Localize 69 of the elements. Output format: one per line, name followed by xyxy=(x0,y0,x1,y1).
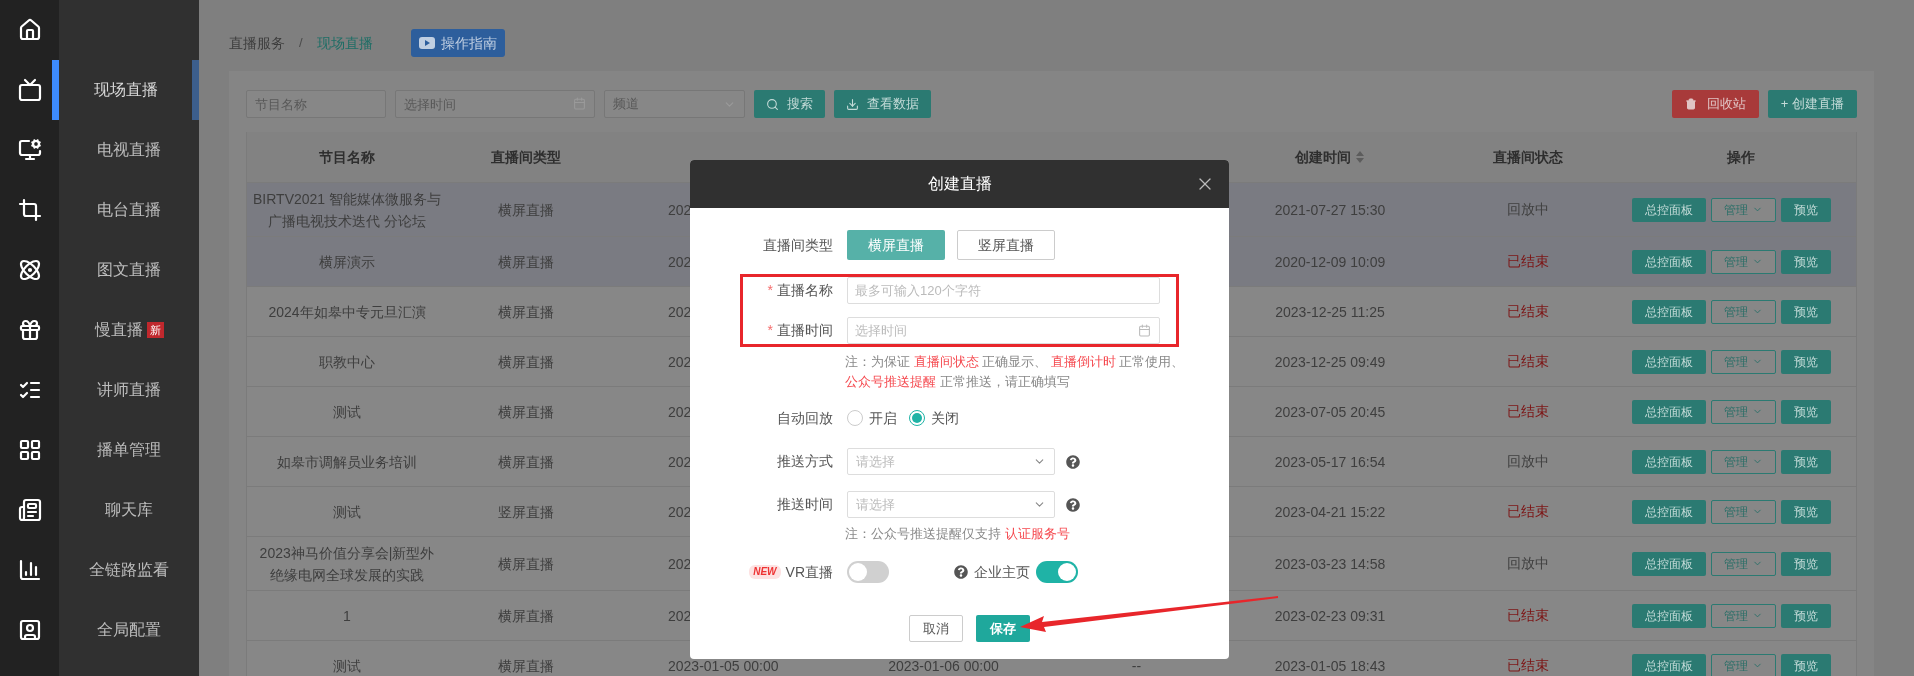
table-cell-text: 202 xyxy=(668,352,692,372)
table-cell-text: 2023-12-25 09:49 xyxy=(1274,352,1386,372)
table-cell-text: 测试 xyxy=(333,502,361,522)
form-label: * 直播时间 xyxy=(767,321,833,340)
status-text: 已结束 xyxy=(1507,402,1549,421)
status-text: 已结束 xyxy=(1507,502,1549,521)
table-cell-text: 2023神马价值分享会|新型外绝缘电网全球发展的实践 xyxy=(258,543,436,585)
table-cell-text: 横屏直播 xyxy=(498,252,554,272)
status-text: 回放中 xyxy=(1507,554,1549,573)
new-badge: 新 xyxy=(146,322,164,338)
column-header: 创建时间 xyxy=(1295,147,1351,167)
table-cell-text: 竖屏直播 xyxy=(498,502,554,522)
form-label: VR直播 xyxy=(785,562,833,582)
table-cell-text: 202 xyxy=(668,502,692,522)
table-cell-text: 2023-07-05 20:45 xyxy=(1274,402,1386,422)
table-cell-text: 横屏演示 xyxy=(319,252,375,272)
table-cell-text: 横屏直播 xyxy=(498,554,554,574)
table-cell-text: 202 xyxy=(668,554,692,574)
form-label: 推送方式 xyxy=(777,452,833,471)
hint-text: 注：为保证 直播间状态 正确显示、 直播倒计时 正常使用、 公众号推送提醒 正常推送，请正确填写 xyxy=(845,353,1186,391)
table-cell-text: 2023-05-17 16:54 xyxy=(1274,452,1386,472)
table-cell-text: 202 xyxy=(668,402,692,422)
status-text: 已结束 xyxy=(1507,606,1549,625)
table-cell-text: 横屏直播 xyxy=(498,302,554,322)
table-cell-text: 2023-02-23 09:31 xyxy=(1274,606,1386,626)
dialog-title: 创建直播 xyxy=(927,174,992,194)
column-header: 直播间类型 xyxy=(491,147,561,167)
status-text: 已结束 xyxy=(1507,302,1549,321)
table-cell-text: 2024年如皋中专元旦汇演 xyxy=(268,302,426,322)
column-header: 直播间状态 xyxy=(1493,147,1563,167)
table-cell-text: 2023-03-23 14:58 xyxy=(1274,554,1386,574)
table-cell-text: 横屏直播 xyxy=(498,656,554,676)
table-cell-text: -- xyxy=(1131,656,1142,676)
table-cell-text: 2023-01-05 00:00 xyxy=(668,656,779,676)
table-cell-text: 2023-04-21 15:22 xyxy=(1274,502,1386,522)
form-label: 自动回放 xyxy=(777,408,833,428)
form-label: 企业主页 xyxy=(974,562,1030,582)
table-cell-text: BIRTV2021 智能媒体微服务与广播电视技术迭代 分论坛 xyxy=(253,189,441,231)
table-cell-text: 2020-12-09 10:09 xyxy=(1274,252,1386,272)
table-cell-text: 2023-01-05 18:43 xyxy=(1274,656,1386,676)
table-cell-text: 2023-12-25 11:25 xyxy=(1275,302,1385,322)
column-header: 操作 xyxy=(1726,147,1755,167)
table-cell-text: 横屏直播 xyxy=(498,452,554,472)
table-cell-text: 测试 xyxy=(333,402,361,422)
table-cell-text: 横屏直播 xyxy=(498,352,554,372)
form-label: * 直播名称 xyxy=(767,281,833,300)
status-text: 已结束 xyxy=(1507,352,1549,371)
table-cell-text: 如皋市调解员业务培训 xyxy=(277,452,417,472)
table-cell-text: 202 xyxy=(668,452,692,472)
table-cell-text: 202 xyxy=(668,606,692,626)
form-label: 直播间类型 xyxy=(763,235,833,255)
table-cell-text: 202 xyxy=(668,200,692,220)
table-cell-text: 202 xyxy=(668,252,692,272)
table-cell-text: 横屏直播 xyxy=(498,606,554,626)
table-cell-text: 202 xyxy=(668,302,692,322)
table-cell-text: 职教中心 xyxy=(319,352,375,372)
new-badge: NEW xyxy=(749,565,781,579)
table-cell-text: 横屏直播 xyxy=(498,402,554,422)
column-header: 节目名称 xyxy=(319,147,375,167)
status-text: 已结束 xyxy=(1507,252,1549,271)
table-cell-text: 2023-01-06 00:00 xyxy=(888,656,999,676)
table-cell-text: 横屏直播 xyxy=(498,200,554,220)
table-cell-text: 1 xyxy=(343,606,351,626)
table-cell-text: 2021-07-27 15:30 xyxy=(1274,200,1386,220)
breadcrumb-separator: / xyxy=(299,34,303,52)
form-label: 推送时间 xyxy=(777,495,833,514)
status-text: 已结束 xyxy=(1507,656,1549,675)
table-cell-text: 测试 xyxy=(333,656,361,676)
status-text: 回放中 xyxy=(1507,452,1549,471)
